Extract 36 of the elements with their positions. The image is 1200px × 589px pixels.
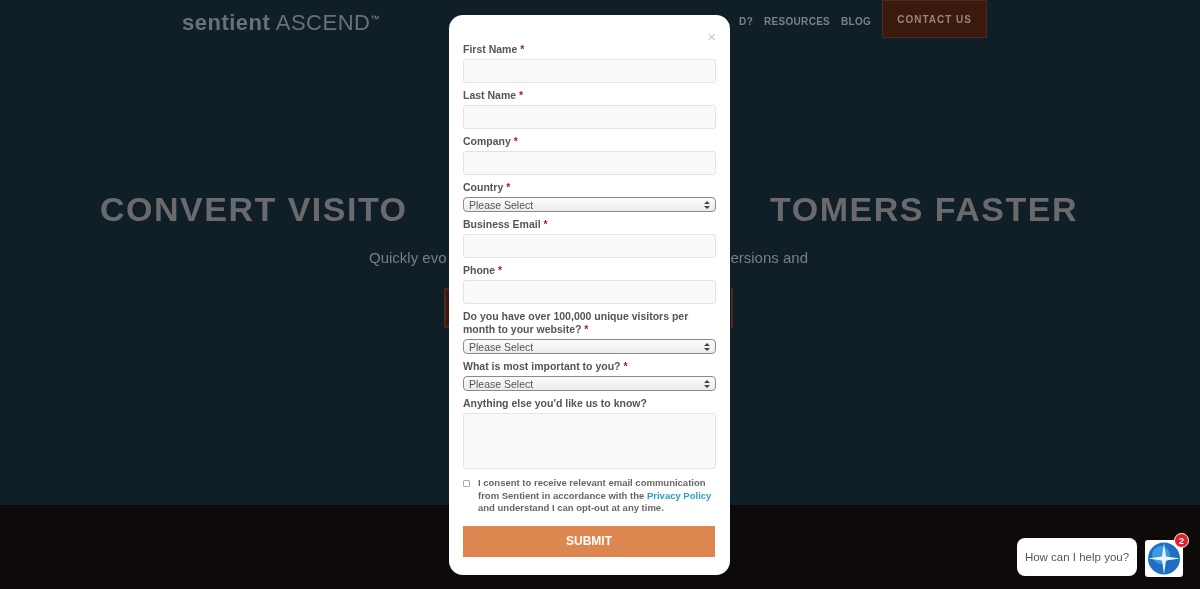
text-field[interactable] <box>463 234 716 258</box>
text-area[interactable] <box>463 413 716 469</box>
hero-subtitle: ersions and <box>730 249 808 266</box>
nav-link[interactable]: BLOG <box>841 16 872 27</box>
field-label: Company * <box>463 135 519 148</box>
select-field[interactable]: Please Select <box>463 339 716 354</box>
field-label: Phone * <box>463 264 504 277</box>
updown-arrows-icon <box>704 341 710 352</box>
privacy-policy-link[interactable]: Privacy Policy <box>646 489 712 501</box>
field-label: Country * <box>463 181 512 194</box>
hero-heading: TOMERS FASTER <box>770 190 1078 229</box>
nav-link[interactable]: RESOURCES <box>764 16 831 27</box>
hero-heading: CONVERT VISITO <box>100 190 408 229</box>
nav-link[interactable]: D? <box>739 16 754 27</box>
hero-subtitle: Quickly evo <box>369 249 447 266</box>
globe-icon[interactable] <box>1145 540 1183 577</box>
field-label: What is most important to you? * <box>463 360 629 373</box>
logo[interactable]: sentient ASCEND$^{™}$ <box>182 10 380 36</box>
consent-checkbox[interactable] <box>463 480 470 487</box>
field-label: Anything else you'd like us to know? <box>463 397 648 410</box>
updown-arrows-icon <box>704 378 710 389</box>
text-field[interactable] <box>463 59 716 83</box>
text-field[interactable] <box>463 280 716 304</box>
text-field[interactable] <box>463 151 716 175</box>
chat-bubble[interactable]: How can I help you? <box>1017 538 1137 576</box>
updown-arrows-icon <box>704 199 710 210</box>
select-field[interactable]: Please Select <box>463 197 716 212</box>
field-label: Last Name * <box>463 89 525 102</box>
select-field[interactable]: Please Select <box>463 376 716 391</box>
submit-button[interactable]: SUBMIT <box>463 525 715 557</box>
contact-button[interactable]: CONTACT US <box>882 0 987 38</box>
field-label: Business Email * <box>463 218 549 231</box>
field-label: First Name * <box>463 43 526 56</box>
consent-text: I consent to receive relevant email communication from Sentient in accordance with the Privacy Policy and understand I can opt-out at any time. <box>478 477 713 515</box>
text-field[interactable] <box>463 105 716 129</box>
field-label: Do you have over 100,000 unique visitors per month to your website? * <box>463 310 690 336</box>
